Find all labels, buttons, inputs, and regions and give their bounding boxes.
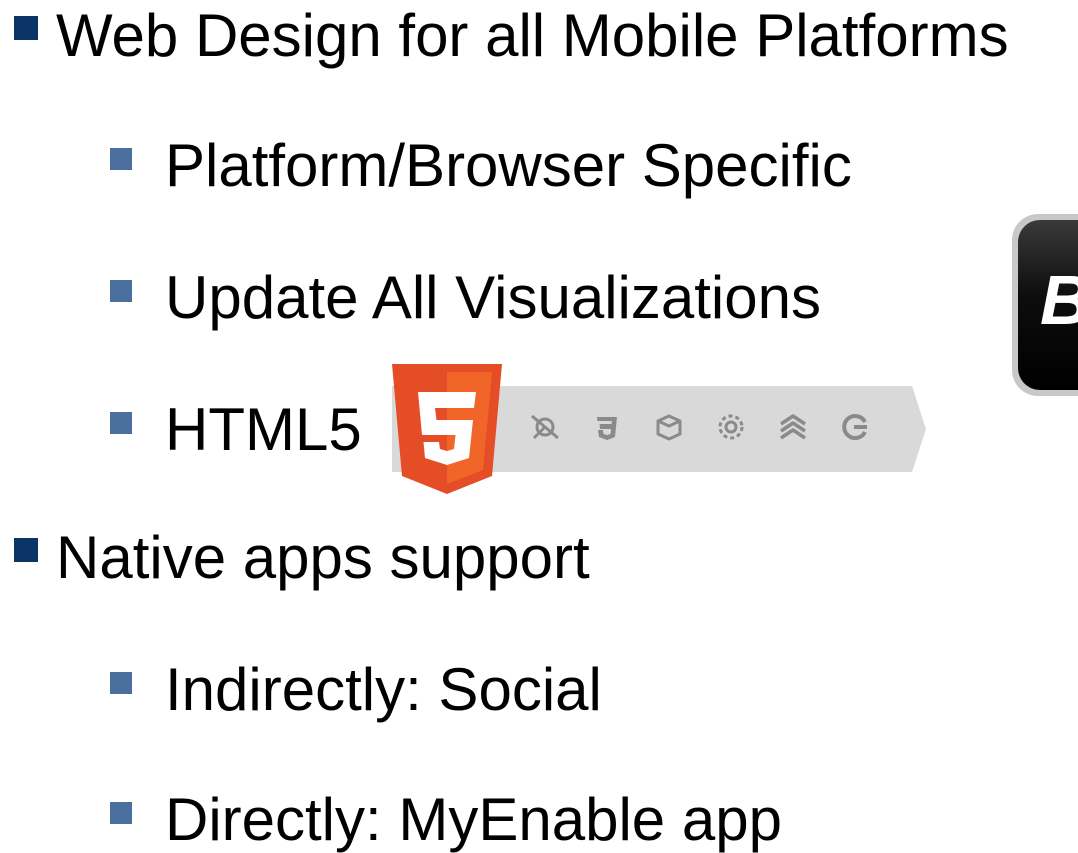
square-bullet-icon <box>110 672 132 694</box>
offline-storage-icon <box>656 414 682 441</box>
bullet-text: Web Design for all Mobile Platforms <box>56 2 1009 69</box>
square-bullet-icon <box>110 280 132 302</box>
app-logo-icon: B <box>1012 214 1078 396</box>
bullet-text: Native apps support <box>56 524 590 591</box>
performance-icon <box>780 414 806 440</box>
square-bullet-icon <box>110 412 132 434</box>
bullet-text: Platform/Browser Specific <box>165 132 852 199</box>
connectivity-icon <box>531 414 559 440</box>
device-access-icon <box>718 414 744 440</box>
semantics-icon <box>842 414 867 440</box>
square-bullet-icon <box>110 148 132 170</box>
bullet-text: Update All Visualizations <box>165 264 821 331</box>
square-bullet-icon <box>14 538 38 562</box>
square-bullet-icon <box>14 16 38 40</box>
css3-icon <box>597 417 617 440</box>
html5-logo-icon <box>392 364 502 494</box>
bullet-text: HTML5 <box>165 396 362 463</box>
bullet-text: Directly: MyEnable app <box>165 786 782 853</box>
app-logo-letter: B <box>1040 261 1078 339</box>
bullet-text: Indirectly: Social <box>165 656 602 723</box>
square-bullet-icon <box>110 802 132 824</box>
